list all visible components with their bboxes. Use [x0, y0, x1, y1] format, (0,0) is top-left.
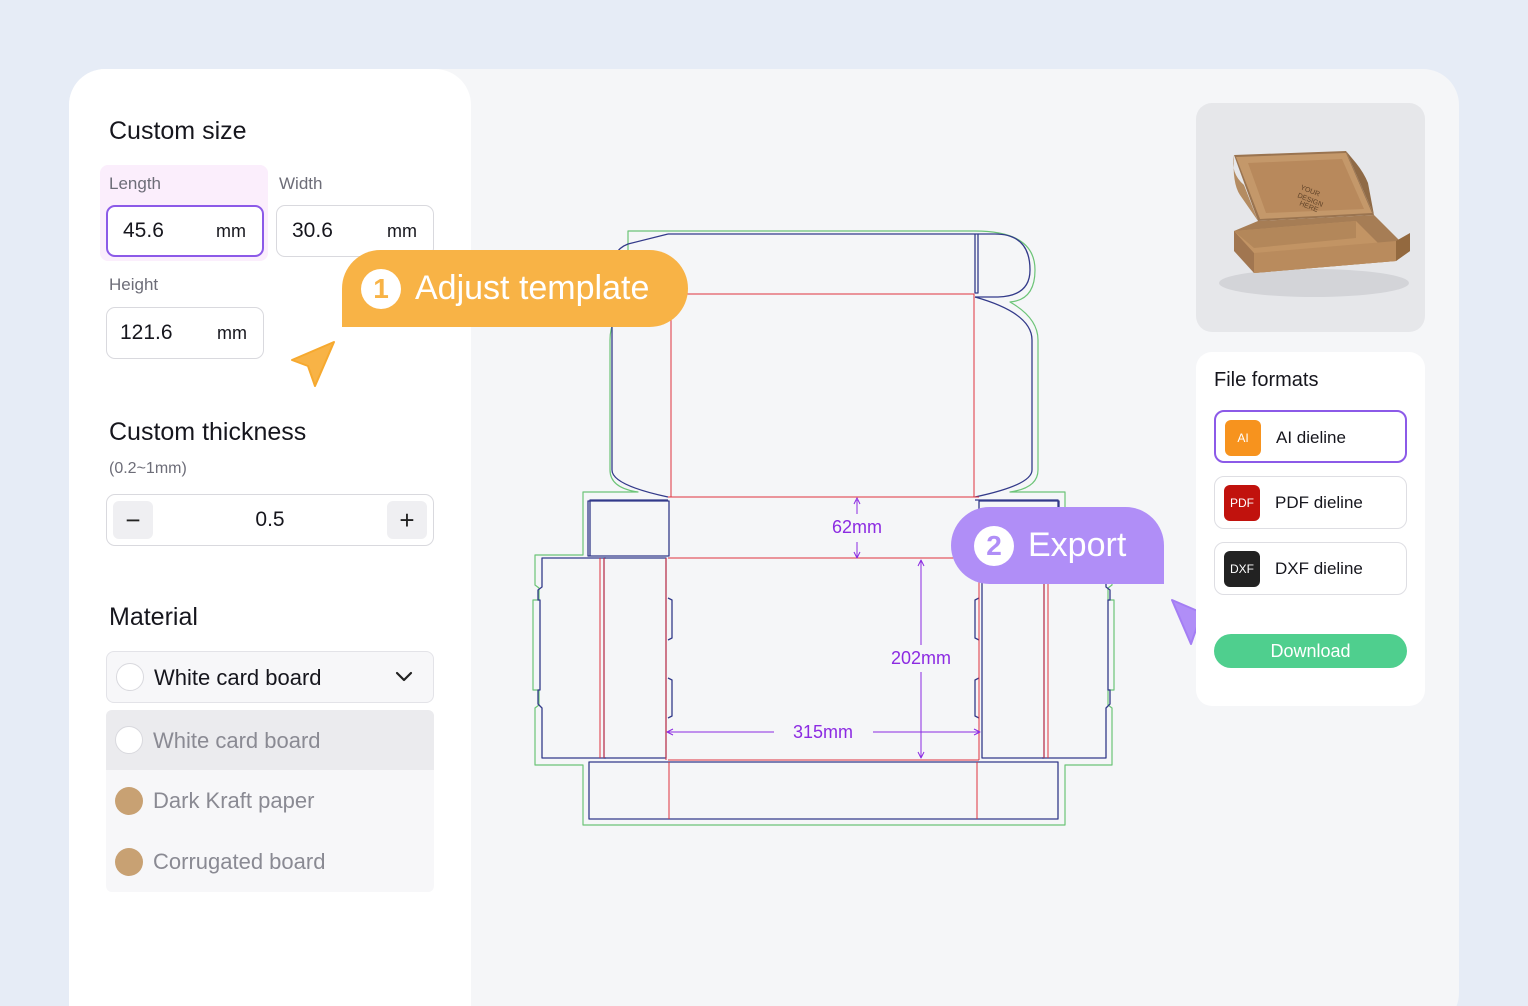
box-preview: YOUR DESIGN HERE — [1196, 103, 1425, 332]
download-button[interactable]: Download — [1214, 634, 1407, 668]
dimension-label-depth: 62mm — [832, 517, 882, 537]
kraft-swatch-icon — [115, 848, 143, 876]
format-label: DXF dieline — [1275, 559, 1363, 578]
export-callout: 2 Export — [951, 507, 1164, 584]
thickness-stepper: − 0.5 + — [106, 494, 434, 546]
width-value: 30.6 — [292, 219, 333, 242]
width-unit: mm — [387, 220, 417, 241]
mailer-box-preview-image: YOUR DESIGN HERE — [1219, 151, 1410, 297]
format-label: PDF dieline — [1275, 493, 1363, 512]
material-option-label: Dark Kraft paper — [153, 788, 315, 813]
material-option[interactable]: Corrugated board — [106, 831, 434, 891]
material-option[interactable]: Dark Kraft paper — [106, 770, 434, 830]
chevron-down-icon — [395, 671, 413, 682]
adjust-template-label: Adjust template — [415, 269, 650, 307]
material-options-list: White card board Dark Kraft paper Corrug… — [106, 710, 434, 892]
step-number-badge: 1 — [361, 268, 401, 309]
material-select[interactable]: White card board — [106, 651, 434, 703]
ai-dieline-option[interactable]: AI AI dieline — [1214, 410, 1407, 463]
material-selected-value: White card board — [154, 665, 322, 690]
white-swatch-icon — [116, 663, 144, 691]
width-label: Width — [279, 174, 323, 193]
length-value: 45.6 — [123, 219, 164, 242]
pdf-dieline-option[interactable]: PDF PDF dieline — [1214, 476, 1407, 529]
adjust-template-callout: 1 Adjust template — [342, 250, 688, 327]
material-option[interactable]: White card board — [106, 710, 434, 770]
thickness-range-hint: (0.2~1mm) — [109, 460, 187, 477]
material-option-label: Corrugated board — [153, 849, 326, 874]
increase-thickness-button[interactable]: + — [387, 501, 427, 539]
dxf-file-icon: DXF — [1224, 551, 1260, 587]
format-label: AI dieline — [1276, 428, 1346, 447]
height-unit: mm — [217, 322, 247, 343]
file-formats-title: File formats — [1214, 369, 1319, 391]
file-formats-panel: File formats AI AI dieline PDF PDF dieli… — [1196, 352, 1425, 706]
custom-thickness-title: Custom thickness — [109, 418, 307, 446]
pdf-file-icon: PDF — [1224, 485, 1260, 521]
dimension-label-width: 315mm — [793, 722, 853, 742]
length-unit: mm — [216, 220, 246, 241]
height-value: 121.6 — [120, 321, 173, 344]
material-title: Material — [109, 603, 198, 631]
white-swatch-icon — [115, 726, 143, 754]
dimension-lines — [666, 497, 981, 759]
ai-file-icon: AI — [1225, 420, 1261, 456]
export-label: Export — [1028, 526, 1127, 564]
step-number-badge: 2 — [974, 525, 1014, 566]
orange-pointer-icon — [291, 341, 335, 387]
thickness-value[interactable]: 0.5 — [107, 508, 433, 532]
length-label: Length — [109, 174, 161, 193]
material-option-label: White card board — [153, 728, 321, 753]
height-input[interactable]: 121.6 mm — [106, 307, 264, 359]
length-input[interactable]: 45.6 mm — [106, 205, 264, 257]
kraft-swatch-icon — [115, 787, 143, 815]
custom-size-title: Custom size — [109, 117, 247, 145]
height-label: Height — [109, 275, 159, 294]
dxf-dieline-option[interactable]: DXF DXF dieline — [1214, 542, 1407, 595]
dimension-label-height: 202mm — [891, 648, 951, 668]
